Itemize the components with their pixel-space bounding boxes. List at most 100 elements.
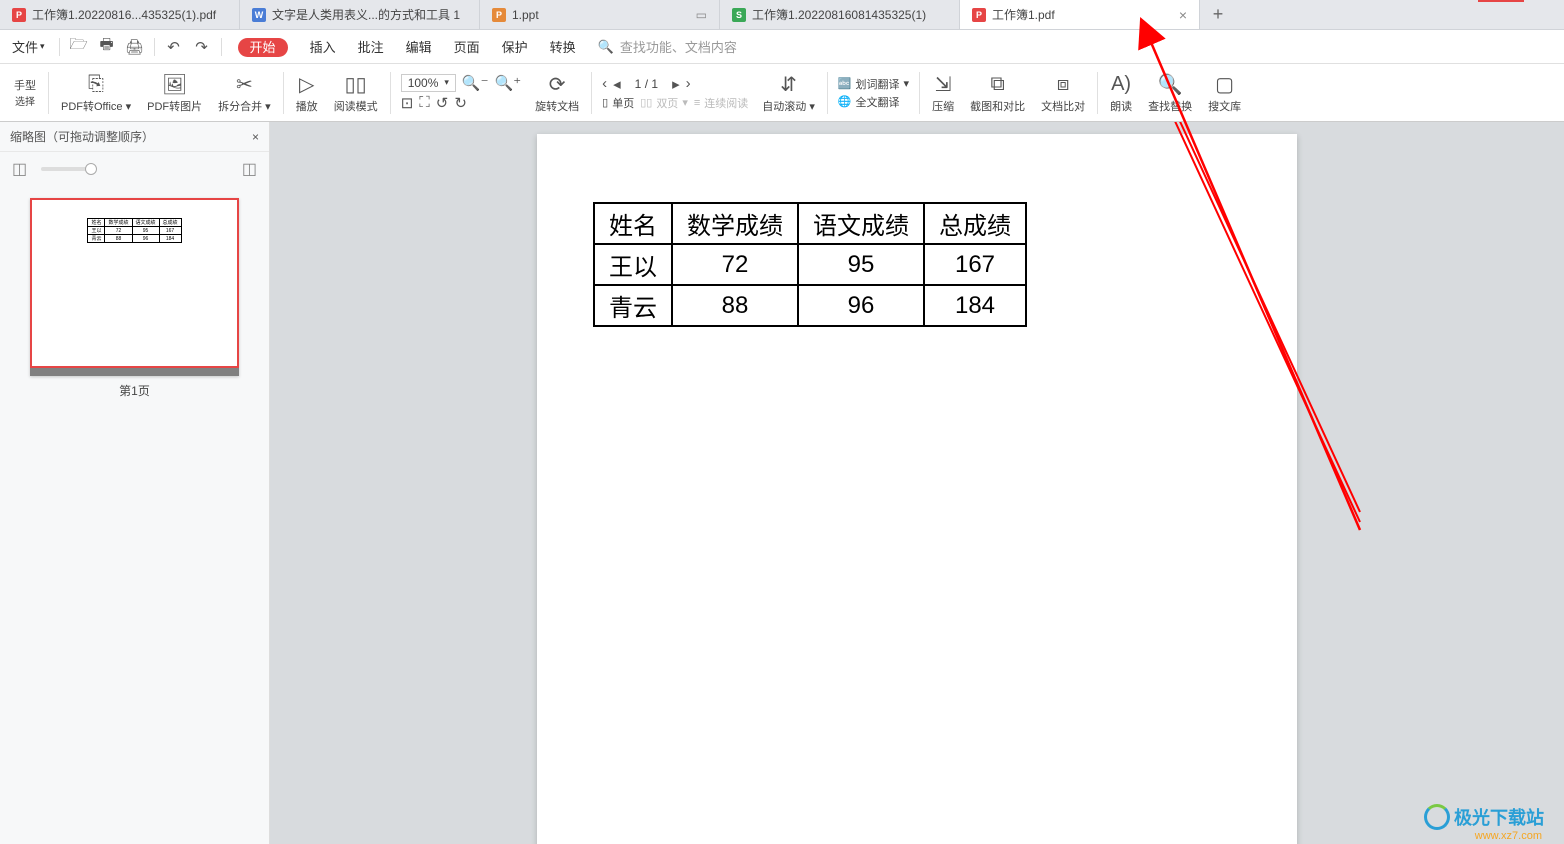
page-first-icon[interactable]: ‹ [602,75,607,93]
tab-3[interactable]: S工作簿1.20220816081435325(1) [720,0,960,29]
menu-convert[interactable]: 转换 [540,37,586,56]
th-chinese: 语文成绩 [798,203,924,244]
thumb-small-icon[interactable]: ◫ [12,159,27,179]
scroll-icon: ⇵ [780,72,797,98]
th-total: 总成绩 [924,203,1026,244]
library-icon: ▢ [1215,72,1234,98]
split-icon: ✂ [236,72,253,98]
pdf-icon: P [972,8,986,22]
thumb-large-icon[interactable]: ◫ [242,159,257,179]
play-icon: ▷ [299,72,314,98]
open-icon[interactable]: 🗁 [66,34,92,59]
zoom-select[interactable]: 100%▾ [401,74,456,92]
page-thumbnail-1[interactable]: 姓名数学成绩语文成绩总成绩 王以7295167 青云8896184 [30,198,239,376]
mini-table: 姓名数学成绩语文成绩总成绩 王以7295167 青云8896184 [87,218,181,243]
convert-icon: ⎘ [88,72,104,98]
tab-1[interactable]: W 文字是人类用表义...的方式和工具 1 [240,0,480,29]
tab-0[interactable]: P 工作簿1.20220816...435325(1).pdf [0,0,240,29]
tool-fulltrans[interactable]: 🌐全文翻译 [838,94,900,110]
crop-icon[interactable]: ⛶ [419,94,430,112]
thumb-size-slider[interactable] [41,167,91,171]
sidebar-close-icon[interactable]: × [252,130,259,144]
tab-label: 工作簿1.20220816...435325(1).pdf [32,6,216,23]
tab-4[interactable]: P 工作簿1.pdf × [960,0,1200,29]
undo-icon[interactable]: ↶ [161,38,187,56]
ppt-icon: P [492,8,506,22]
tab-label: 工作簿1.pdf [992,6,1055,23]
double-icon: ▯▯ [640,96,652,109]
th-math: 数学成绩 [672,203,798,244]
view-double[interactable]: ▯▯双页 ▾ [640,95,688,111]
watermark-url: www.xz7.com [1475,830,1542,842]
rotate-l-icon[interactable]: ↺ [436,94,449,112]
tool-wordtrans[interactable]: 🔤划词翻译 ▾ [838,76,909,92]
new-tab-button[interactable]: + [1200,0,1236,29]
redo-icon[interactable]: ↷ [189,38,215,56]
tab-label: 文字是人类用表义...的方式和工具 1 [272,6,460,23]
tool-readmode[interactable]: ▯▯阅读模式 [326,64,386,121]
compare-icon: ⧈ [1057,72,1070,98]
page-last-icon[interactable]: › [686,75,691,93]
print-icon[interactable]: 🖨 [122,38,148,56]
document-canvas[interactable]: 姓名 数学成绩 语文成绩 总成绩 王以7295167 青云8896184 [270,122,1564,844]
tool-compare[interactable]: ⧈文档比对 [1033,64,1093,121]
menu-edit[interactable]: 编辑 [396,37,442,56]
rotate-r-icon[interactable]: ↻ [454,94,467,112]
table-row: 青云8896184 [594,285,1026,326]
cont-icon: ≡ [694,97,700,109]
pdf-page: 姓名 数学成绩 语文成绩 总成绩 王以7295167 青云8896184 [537,134,1297,844]
tool-split[interactable]: ✂拆分合并 ▾ [210,64,279,121]
close-icon[interactable]: × [1179,7,1187,23]
menu-page[interactable]: 页面 [444,37,490,56]
data-table: 姓名 数学成绩 语文成绩 总成绩 王以7295167 青云8896184 [593,202,1027,327]
find-icon: 🔍 [1158,72,1183,98]
page-prev-icon[interactable]: ◂ [613,75,621,93]
view-single[interactable]: ▯单页 [602,95,634,111]
page-next-icon[interactable]: ▸ [672,75,680,93]
book-icon: ▯▯ [345,72,367,98]
view-cont[interactable]: ≡连续阅读 [694,95,748,111]
menu-insert[interactable]: 插入 [300,37,346,56]
zoom-in-icon[interactable]: 🔍⁺ [495,74,522,92]
rotate-icon: ⟳ [549,72,566,98]
tool-pdf2office[interactable]: ⎘PDF转Office ▾ [53,64,139,121]
tool-crop[interactable]: ⧉截图和对比 [962,64,1033,121]
tab-label: 工作簿1.20220816081435325(1) [752,6,926,23]
tab-bar: P 工作簿1.20220816...435325(1).pdf W 文字是人类用表义… [0,0,1564,30]
menu-start[interactable]: 开始 [228,37,298,56]
table-row: 王以7295167 [594,244,1026,285]
image-icon: 🖼 [162,72,187,98]
search-box[interactable]: 🔍查找功能、文档内容 [598,37,737,56]
fitwidth-icon[interactable]: ⊡ [401,94,414,112]
tab-2[interactable]: P1.ppt▭ [480,0,720,29]
translate-icon: 🔤 [838,77,852,90]
watermark: 极光下载站 [1424,804,1544,830]
menu-bar: 文件▾ 🗁 🖶 🖨 ↶ ↷ 开始 插入 批注 编辑 页面 保护 转换 🔍查找功能… [0,30,1564,64]
pdf-icon: P [12,8,26,22]
th-name: 姓名 [594,203,672,244]
page-indicator[interactable]: 1 / 1 [627,77,666,91]
menu-protect[interactable]: 保护 [492,37,538,56]
tool-lib[interactable]: ▢搜文库 [1200,64,1249,121]
tool-rotate[interactable]: ⟳旋转文档 [527,64,587,121]
tool-compress[interactable]: ⇲压缩 [924,64,962,121]
search-icon: 🔍 [598,39,614,55]
window-icon[interactable]: ▭ [696,8,707,22]
tool-read[interactable]: A)朗读 [1102,64,1140,121]
screenshot-icon: ⧉ [990,72,1004,98]
tool-autoscroll[interactable]: ⇵自动滚动 ▾ [754,64,823,121]
tool-play[interactable]: ▷播放 [288,64,326,121]
toolbar: 手型选择 ⎘PDF转Office ▾ 🖼PDF转图片 ✂拆分合并 ▾ ▷播放 ▯… [0,64,1564,122]
logo-icon [1424,804,1450,830]
tool-pdf2img[interactable]: 🖼PDF转图片 [139,64,210,121]
sidebar-title: 缩略图（可拖动调整顺序） [10,128,154,145]
file-menu[interactable]: 文件▾ [4,37,53,56]
tool-hand[interactable]: 手型选择 [6,64,44,121]
save-icon[interactable]: 🖶 [94,34,120,59]
zoom-out-icon[interactable]: 🔍⁻ [462,74,489,92]
tool-find[interactable]: 🔍查找替换 [1140,64,1200,121]
word-icon: W [252,8,266,22]
globe-icon: 🌐 [838,95,852,108]
menu-annot[interactable]: 批注 [348,37,394,56]
compress-icon: ⇲ [935,72,952,98]
